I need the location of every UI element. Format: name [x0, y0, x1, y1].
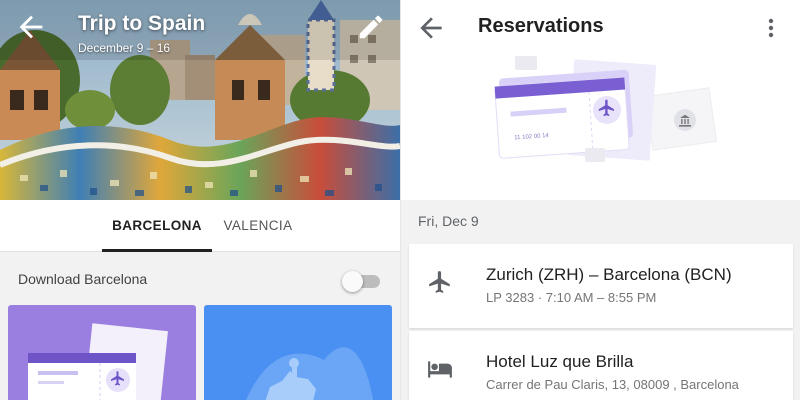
date-heading: Fri, Dec 9 — [418, 213, 479, 229]
explore-card[interactable] — [204, 305, 392, 400]
back-button[interactable] — [415, 12, 447, 44]
toggle-knob — [342, 271, 363, 292]
download-toggle[interactable] — [342, 270, 382, 292]
reservations-header: Reservations 11 102 00 14 — [401, 0, 800, 200]
more-vert-icon — [768, 18, 774, 38]
tickets-illustration — [28, 323, 168, 400]
flight-reservation-card[interactable]: Zurich (ZRH) – Barcelona (BCN) LP 3283 ·… — [409, 244, 793, 328]
trip-screen: Trip to Spain December 9 – 16 BARCELONA … — [0, 0, 400, 400]
reservations-card[interactable] — [8, 305, 196, 400]
tab-valencia[interactable]: VALENCIA — [212, 200, 304, 252]
tab-barcelona[interactable]: BARCELONA — [102, 200, 212, 252]
arrow-back-icon — [19, 15, 43, 39]
download-row: Download Barcelona — [0, 253, 400, 305]
trip-hero-image: Trip to Spain December 9 – 16 — [0, 0, 400, 200]
back-button[interactable] — [14, 10, 48, 44]
trip-title: Trip to Spain — [78, 12, 206, 35]
hotel-name: Hotel Luz que Brilla — [486, 352, 634, 371]
hotel-bed-icon — [428, 361, 452, 378]
reservations-illustration: 11 102 00 14 — [494, 56, 718, 162]
flight-route: Zurich (ZRH) – Barcelona (BCN) — [486, 265, 732, 284]
page-title: Reservations — [478, 15, 604, 37]
city-tabs: BARCELONA VALENCIA — [0, 200, 400, 252]
edit-trip-button[interactable] — [356, 12, 386, 42]
pencil-edit-icon — [359, 15, 383, 39]
more-options-button[interactable] — [759, 14, 783, 42]
arrow-back-icon — [420, 17, 442, 39]
flight-details: LP 3283 · 7:10 AM – 8:55 PM — [486, 290, 657, 305]
hotel-address: Carrer de Pau Claris, 13, 08009 , Barcel… — [486, 377, 739, 392]
flight-icon — [429, 271, 450, 293]
active-tab-indicator — [102, 249, 212, 252]
trip-dates: December 9 – 16 — [78, 41, 171, 55]
download-label: Download Barcelona — [18, 271, 148, 287]
statue-illustration — [246, 347, 374, 400]
reservations-screen: Reservations 11 102 00 14 Fri, Dec 9 Zur… — [400, 0, 800, 400]
hotel-reservation-card[interactable]: Hotel Luz que Brilla Carrer de Pau Clari… — [409, 331, 793, 400]
